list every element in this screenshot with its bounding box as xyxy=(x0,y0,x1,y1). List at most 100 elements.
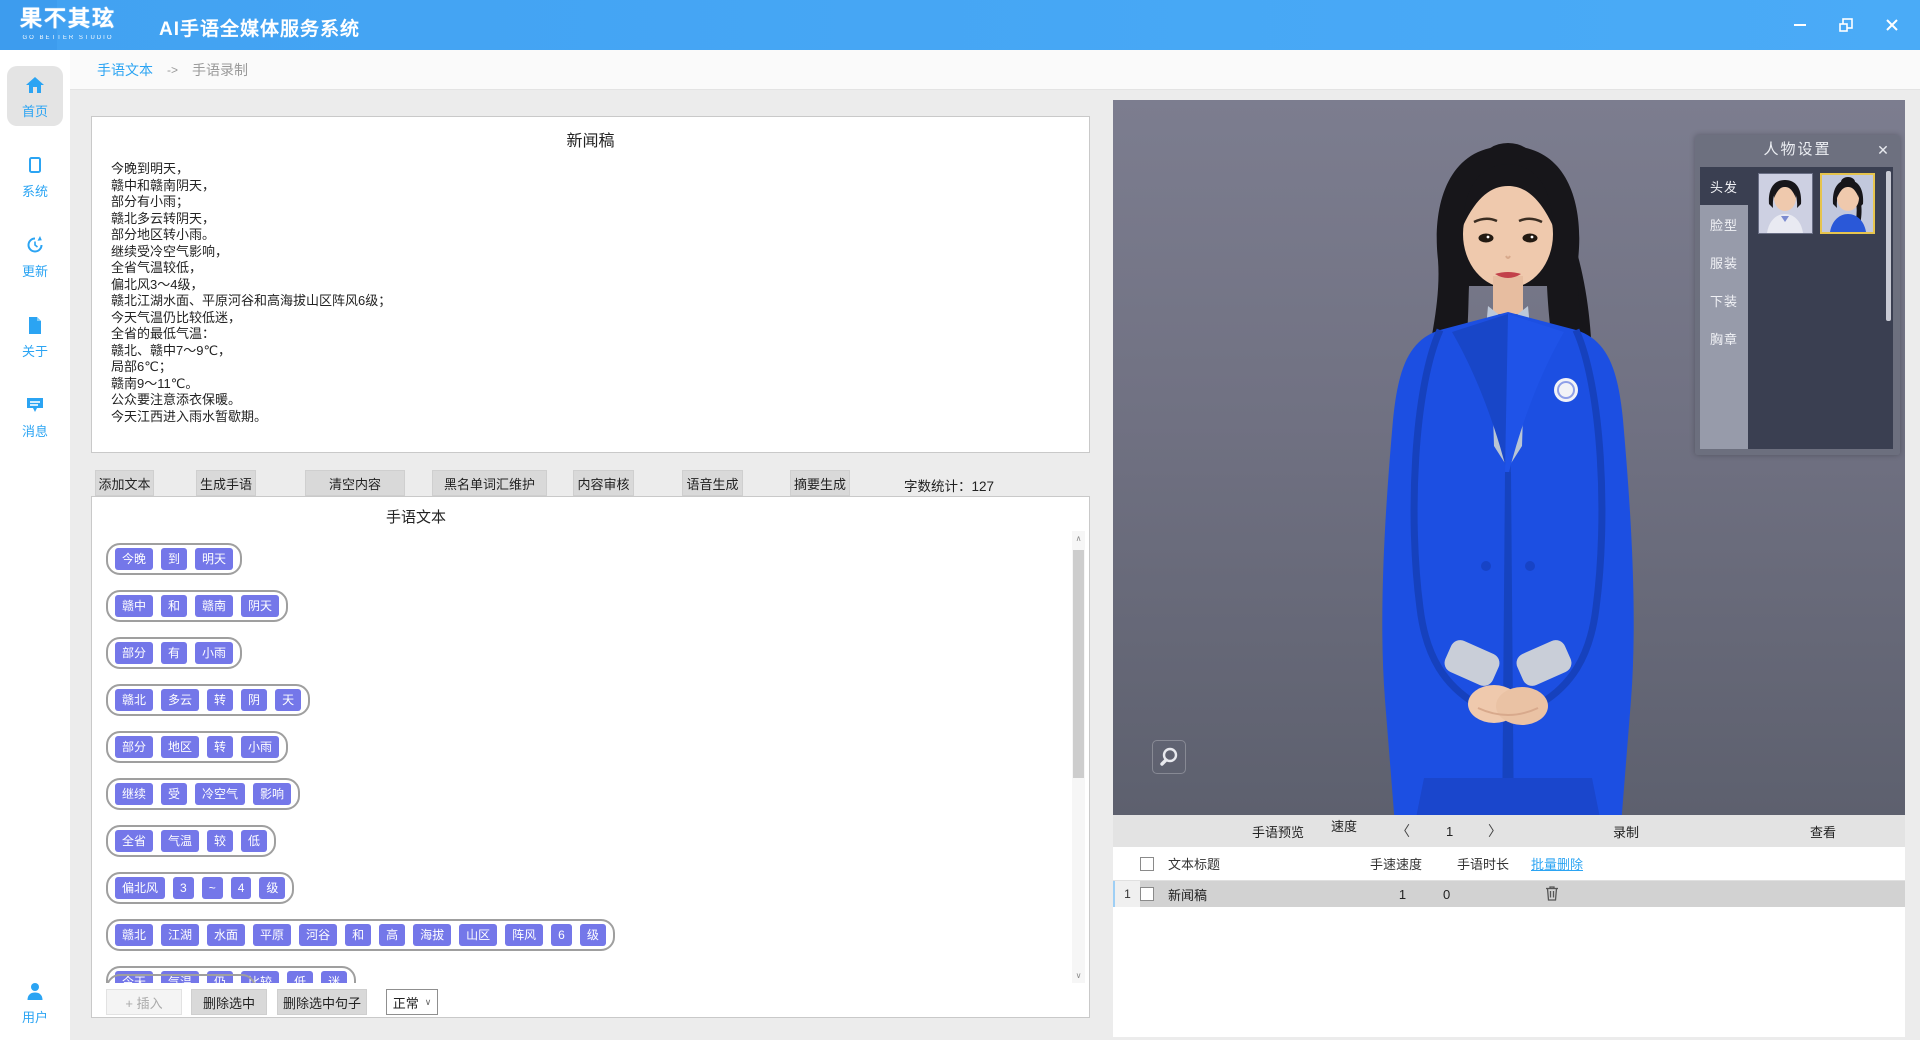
news-draft-textarea[interactable]: 今晚到明天， 赣中和赣南阴天， 部分有小雨； 赣北多云转阴天， 部分地区转小雨。… xyxy=(111,161,1069,425)
sign-word-chip[interactable]: 阵风 xyxy=(505,924,543,946)
sign-word-chip[interactable]: 赣南 xyxy=(195,595,233,617)
character-panel-scrollbar[interactable] xyxy=(1886,171,1891,321)
character-tabs: 头发脸型服装下装胸章 xyxy=(1700,167,1748,449)
sign-word-chip[interactable]: 较 xyxy=(207,830,233,852)
sign-word-chip[interactable]: 和 xyxy=(345,924,371,946)
restore-icon[interactable] xyxy=(1836,15,1856,35)
sign-word-chip[interactable]: 赣北 xyxy=(115,924,153,946)
sign-word-chip[interactable]: 偏北风 xyxy=(115,877,165,899)
content-review-button[interactable]: 内容审核 xyxy=(573,470,634,496)
character-tab-hair[interactable]: 头发 xyxy=(1700,167,1748,205)
sign-word-chip[interactable]: 部分 xyxy=(115,736,153,758)
batch-delete-link[interactable]: 批量删除 xyxy=(1531,857,1583,872)
sign-word-chip[interactable]: 全省 xyxy=(115,830,153,852)
select-all-checkbox[interactable] xyxy=(1140,857,1154,871)
minimize-icon[interactable] xyxy=(1790,15,1810,35)
sign-word-chip[interactable]: 小雨 xyxy=(195,642,233,664)
sign-word-chip[interactable]: 部分 xyxy=(115,642,153,664)
sign-panel-scrollbar[interactable]: ∧ ∨ xyxy=(1072,531,1085,983)
scroll-up-icon[interactable]: ∧ xyxy=(1072,531,1085,546)
sign-word-group-7: 全省气温较低 xyxy=(106,825,276,857)
sign-word-chip[interactable]: 天 xyxy=(275,689,301,711)
sign-word-chip[interactable]: ~ xyxy=(202,877,223,899)
col-speed: 手速速度 xyxy=(1370,854,1435,873)
character-tab-outfit[interactable]: 服装 xyxy=(1700,243,1748,281)
sign-word-chip[interactable]: 影响 xyxy=(253,783,291,805)
sidebar-item-message[interactable]: 消息 xyxy=(7,386,63,446)
sidebar-item-user[interactable]: 用户 xyxy=(7,974,63,1032)
sidebar-item-home[interactable]: 首页 xyxy=(7,66,63,126)
sign-word-chip[interactable]: 气温 xyxy=(161,830,199,852)
col-duration: 手语时长 xyxy=(1435,854,1531,873)
sign-word-chip[interactable]: 阴 xyxy=(241,689,267,711)
close-icon[interactable] xyxy=(1882,15,1902,35)
record-button[interactable]: 录制 xyxy=(1613,815,1639,847)
character-tab-face[interactable]: 脸型 xyxy=(1700,205,1748,243)
sidebar-item-system[interactable]: 系统 xyxy=(7,146,63,206)
scrollbar-thumb[interactable] xyxy=(1073,550,1084,778)
sign-word-chip[interactable]: 多云 xyxy=(161,689,199,711)
sign-word-chip[interactable]: 4 xyxy=(231,877,252,899)
avatar-viewport[interactable]: 人物设置 ✕ 头发脸型服装下装胸章 xyxy=(1113,100,1905,815)
sign-word-chip[interactable]: 和 xyxy=(161,595,187,617)
delete-selected-sentence-button[interactable]: 删除选中句子 xyxy=(277,989,367,1015)
panel-close-icon[interactable]: ✕ xyxy=(1874,141,1892,159)
view-button[interactable]: 查看 xyxy=(1810,815,1836,847)
character-tab-badge[interactable]: 胸章 xyxy=(1700,319,1748,357)
sign-word-chip[interactable]: 低 xyxy=(241,830,267,852)
sign-word-chip[interactable]: 海拔 xyxy=(413,924,451,946)
speed-decrease-icon[interactable]: 〈 xyxy=(1396,815,1410,847)
blacklist-maint-button[interactable]: 黑名单词汇维护 xyxy=(432,470,547,496)
sign-word-chip[interactable]: 水面 xyxy=(207,924,245,946)
sign-word-chip[interactable]: 山区 xyxy=(459,924,497,946)
chevron-down-icon: ∨ xyxy=(425,997,432,1008)
sign-word-chip[interactable]: 赣中 xyxy=(115,595,153,617)
sign-word-chip[interactable]: 高 xyxy=(379,924,405,946)
scroll-down-icon[interactable]: ∨ xyxy=(1072,968,1085,983)
sign-word-chip[interactable]: 今晚 xyxy=(115,548,153,570)
delete-selected-button[interactable]: 删除选中 xyxy=(191,989,267,1015)
sign-word-chip[interactable]: 冷空气 xyxy=(195,783,245,805)
sign-word-chip[interactable]: 到 xyxy=(161,548,187,570)
sidebar-item-update[interactable]: 更新 xyxy=(7,226,63,286)
sign-word-chip[interactable]: 明天 xyxy=(195,548,233,570)
sign-word-chip[interactable]: 继续 xyxy=(115,783,153,805)
row-checkbox[interactable] xyxy=(1140,887,1154,901)
breadcrumb-sign-text[interactable]: 手语文本 xyxy=(97,60,153,80)
hair-thumbnail-2-selected[interactable] xyxy=(1820,173,1875,234)
character-settings-title: 人物设置 xyxy=(1695,135,1900,165)
trash-icon[interactable] xyxy=(1545,885,1559,901)
sign-preview-button[interactable]: 手语预览 xyxy=(1252,815,1304,847)
insert-button[interactable]: + 插入 xyxy=(106,989,182,1015)
voice-generate-button[interactable]: 语音生成 xyxy=(682,470,743,496)
sign-word-chip[interactable]: 转 xyxy=(207,689,233,711)
table-row[interactable]: 1新闻稿10 xyxy=(1113,881,1905,907)
character-tab-bottoms[interactable]: 下装 xyxy=(1700,281,1748,319)
sidebar-item-about[interactable]: 关于 xyxy=(7,306,63,366)
character-options xyxy=(1748,167,1893,449)
sign-word-chip[interactable]: 阴天 xyxy=(241,595,279,617)
zoom-magnifier-icon[interactable] xyxy=(1152,740,1186,774)
sign-word-chip[interactable]: 赣北 xyxy=(115,689,153,711)
sign-word-chip[interactable]: 有 xyxy=(161,642,187,664)
speed-mode-select[interactable]: 正常 ∨ xyxy=(386,989,438,1015)
sign-word-chip[interactable]: 河谷 xyxy=(299,924,337,946)
sign-word-chip[interactable]: 3 xyxy=(173,877,194,899)
clear-content-button[interactable]: 清空内容 xyxy=(305,470,405,496)
row-index: 1 xyxy=(1113,881,1140,907)
summary-generate-button[interactable]: 摘要生成 xyxy=(790,470,850,496)
sign-word-chip[interactable]: 级 xyxy=(580,924,606,946)
sign-word-chip[interactable]: 地区 xyxy=(161,736,199,758)
sign-word-chip[interactable]: 6 xyxy=(551,924,572,946)
sign-word-chip[interactable]: 转 xyxy=(207,736,233,758)
add-text-button[interactable]: 添加文本 xyxy=(95,470,154,496)
sign-word-chip[interactable]: 江湖 xyxy=(161,924,199,946)
speed-increase-icon[interactable]: 〉 xyxy=(1488,815,1502,847)
hair-thumbnail-1[interactable] xyxy=(1758,173,1813,234)
sign-word-chip[interactable]: 级 xyxy=(259,877,285,899)
sign-word-chip[interactable]: 受 xyxy=(161,783,187,805)
sidebar-item-label: 消息 xyxy=(7,421,63,440)
sign-word-chip[interactable]: 小雨 xyxy=(241,736,279,758)
generate-sign-button[interactable]: 生成手语 xyxy=(196,470,256,496)
sign-word-chip[interactable]: 平原 xyxy=(253,924,291,946)
